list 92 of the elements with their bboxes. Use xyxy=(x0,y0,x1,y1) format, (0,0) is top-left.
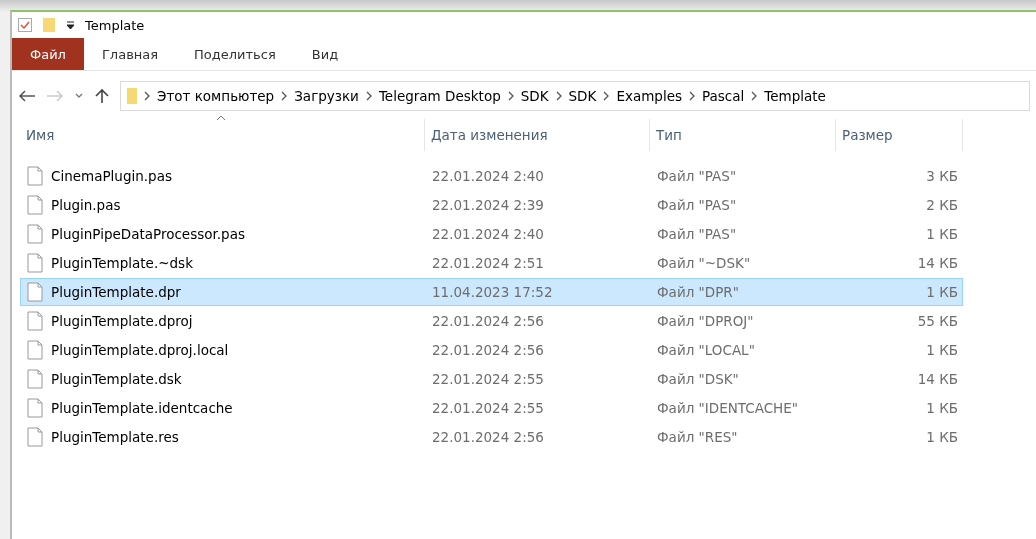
file-name: PluginTemplate.dproj xyxy=(51,313,193,329)
file-name: Plugin.pas xyxy=(51,197,121,213)
type-cell-text: Файл "IDENTCACHE" xyxy=(656,399,799,418)
file-name: PluginPipeDataProcessor.pas xyxy=(51,226,245,242)
file-name: PluginTemplate.dpr xyxy=(51,284,181,300)
size-cell-text: 2 КБ xyxy=(925,196,959,215)
file-icon xyxy=(27,195,43,215)
folder-icon xyxy=(127,87,137,105)
type-cell-text: Файл "~DSK" xyxy=(656,254,752,273)
file-name: PluginTemplate.dsk xyxy=(51,371,182,387)
size-cell-text: 14 КБ xyxy=(916,370,959,389)
date-cell-text: 22.01.2024 2:56 xyxy=(431,428,545,447)
size-cell-text: 55 КБ xyxy=(916,312,959,331)
breadcrumb-item[interactable]: SDK xyxy=(520,88,549,104)
file-icon xyxy=(27,224,43,244)
size-cell-text: 1 КБ xyxy=(925,225,959,244)
column-header[interactable]: Тип xyxy=(650,119,836,151)
file-name: PluginTemplate.identcache xyxy=(51,400,233,416)
ribbon-tab[interactable]: Поделиться xyxy=(176,38,294,70)
date-cell-text: 22.01.2024 2:51 xyxy=(431,254,545,273)
sort-caret-icon xyxy=(216,115,226,121)
checkbox-icon[interactable] xyxy=(18,18,32,32)
file-icon xyxy=(27,253,43,273)
breadcrumb-item[interactable]: SDK xyxy=(568,88,597,104)
chevron-icon xyxy=(280,91,289,101)
breadcrumb-item[interactable]: Pascal xyxy=(702,88,745,104)
file-icon xyxy=(27,427,43,447)
chevron-icon xyxy=(554,91,563,101)
ribbon-tab[interactable]: Главная xyxy=(83,38,177,70)
breadcrumb-item[interactable]: Этот компьютер xyxy=(157,88,275,104)
breadcrumb-item[interactable]: Examples xyxy=(616,88,682,104)
type-cell-text: Файл "DPROJ" xyxy=(656,312,755,331)
breadcrumb-item[interactable]: Загрузки xyxy=(294,88,359,104)
file-row[interactable]: CinemaPlugin.pas 22.01.2024 2:40 Файл "PAS" 3 КБ xyxy=(20,162,963,190)
file-icon xyxy=(27,340,43,360)
file-icon xyxy=(27,311,43,331)
date-cell-text: 22.01.2024 2:56 xyxy=(431,341,545,360)
date-cell-text: 22.01.2024 2:55 xyxy=(431,370,545,389)
size-cell-text: 1 КБ xyxy=(925,341,959,360)
up-arrow-icon[interactable] xyxy=(94,88,110,104)
window-title: Template xyxy=(85,17,145,33)
chevron-icon xyxy=(364,91,373,101)
file-icon xyxy=(27,398,43,418)
dropdown-icon[interactable] xyxy=(66,20,75,30)
date-cell-text: 11.04.2023 17:52 xyxy=(431,283,554,302)
date-cell-text: 22.01.2024 2:56 xyxy=(431,312,545,331)
chevron-icon xyxy=(750,91,759,101)
type-cell-text: Файл "LOCAL" xyxy=(656,341,756,360)
chevron-icon xyxy=(143,91,151,101)
file-icon xyxy=(27,166,43,186)
date-cell-text: 22.01.2024 2:55 xyxy=(431,399,545,418)
type-cell-text: Файл "PAS" xyxy=(656,196,738,215)
column-header[interactable]: Имя xyxy=(20,119,425,151)
breadcrumb-item[interactable]: Telegram Desktop xyxy=(378,88,501,104)
back-icon[interactable] xyxy=(18,89,36,103)
file-row[interactable]: PluginTemplate.res 22.01.2024 2:56 Файл "RES" 1 КБ xyxy=(20,423,963,451)
size-cell-text: 14 КБ xyxy=(916,254,959,273)
size-cell-text: 1 КБ xyxy=(925,283,959,302)
file-row[interactable]: PluginTemplate.~dsk 22.01.2024 2:51 Файл "~DSK" 14 КБ xyxy=(20,249,963,277)
type-cell-text: Файл "DSK" xyxy=(656,370,740,389)
file-row[interactable]: PluginTemplate.dproj.local 22.01.2024 2:56 Файл "LOCAL" 1 КБ xyxy=(20,336,963,364)
file-row[interactable]: Plugin.pas 22.01.2024 2:39 Файл "PAS" 2 КБ xyxy=(20,191,963,219)
ribbon-tab[interactable]: Вид xyxy=(293,38,357,70)
file-row[interactable]: PluginTemplate.dsk 22.01.2024 2:55 Файл "DSK" 14 КБ xyxy=(20,365,963,393)
type-cell-text: Файл "PAS" xyxy=(656,225,738,244)
type-cell-text: Файл "PAS" xyxy=(656,167,738,186)
type-cell-text: Файл "DPR" xyxy=(656,283,740,302)
file-name: CinemaPlugin.pas xyxy=(51,168,172,184)
file-icon xyxy=(27,369,43,389)
size-cell-text: 3 КБ xyxy=(925,167,959,186)
breadcrumb-item[interactable]: Template xyxy=(764,88,826,104)
file-row[interactable]: PluginTemplate.identcache 22.01.2024 2:55 Файл "IDENTCACHE" 1 КБ xyxy=(20,394,963,422)
date-cell-text: 22.01.2024 2:40 xyxy=(431,167,545,186)
type-cell-text: Файл "RES" xyxy=(656,428,739,447)
column-header[interactable]: Размер xyxy=(836,119,963,151)
chevron-icon xyxy=(602,91,611,101)
file-row[interactable]: PluginPipeDataProcessor.pas 22.01.2024 2:40 Файл "PAS" 1 КБ xyxy=(20,220,963,248)
file-name: PluginTemplate.dproj.local xyxy=(51,342,229,358)
file-icon xyxy=(27,282,43,302)
date-cell-text: 22.01.2024 2:39 xyxy=(431,196,545,215)
file-name: PluginTemplate.~dsk xyxy=(51,255,193,271)
file-row[interactable]: PluginTemplate.dproj 22.01.2024 2:56 Файл "DPROJ" 55 КБ xyxy=(20,307,963,335)
address-bar[interactable]: Этот компьютер Загрузки Telegram Desktop SDK SDK Examples Pascal Template xyxy=(120,81,1030,111)
chevron-icon xyxy=(506,91,515,101)
date-cell-text: 22.01.2024 2:40 xyxy=(431,225,545,244)
column-header[interactable]: Дата изменения xyxy=(425,119,650,151)
file-name: PluginTemplate.res xyxy=(51,429,179,445)
ribbon-tab[interactable]: Файл xyxy=(12,38,84,70)
chevron-icon xyxy=(688,91,696,101)
file-row[interactable]: PluginTemplate.dpr 11.04.2023 17:52 Файл "DPR" 1 КБ xyxy=(20,278,963,306)
size-cell-text: 1 КБ xyxy=(925,428,959,447)
size-cell-text: 1 КБ xyxy=(925,399,959,418)
